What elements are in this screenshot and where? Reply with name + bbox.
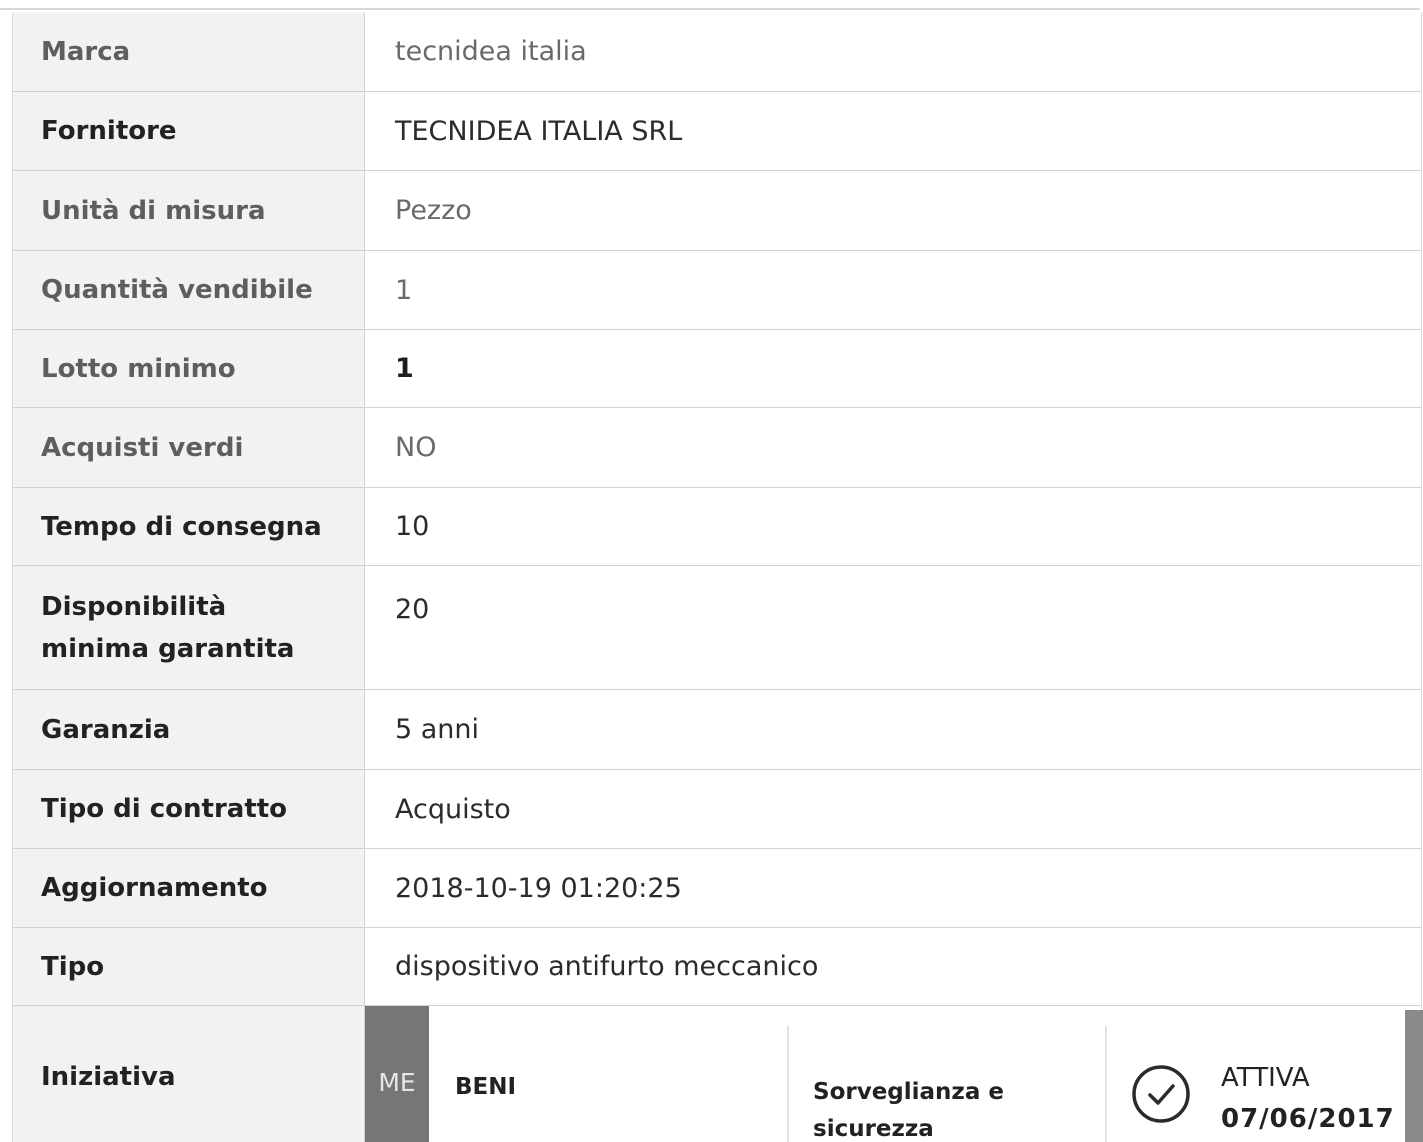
top-divider xyxy=(0,8,1420,10)
row-value-quantita-vendibile: 1 xyxy=(395,274,413,306)
iniziativa-categoria: Sorveglianza e sicurezza xyxy=(789,1026,1107,1142)
row-value-marca: tecnidea italia xyxy=(395,36,587,67)
row-label-disponibilita-minima: Disponibilità minima garantita xyxy=(13,566,365,689)
row-label-aggiornamento: Aggiornamento xyxy=(13,849,365,927)
row-label-tipo-contratto: Tipo di contratto xyxy=(13,770,365,848)
row-value-tipo-contratto: Acquisto xyxy=(395,793,511,825)
product-detail-page: Marca tecnidea italia Fornitore TECNIDEA… xyxy=(0,0,1423,1142)
table-row-iniziativa: Iniziativa ME BENI Sorveglianza e sicure… xyxy=(13,1006,1423,1142)
row-value-tipo: dispositivo antifurto meccanico xyxy=(395,951,819,982)
table-row: Unità di misura Pezzo xyxy=(13,171,1421,251)
iniziativa-stato-label: ATTIVA xyxy=(1221,1063,1310,1093)
iniziativa-categoria-line1: Sorveglianza e xyxy=(813,1079,1004,1105)
row-label-marca: Marca xyxy=(13,12,365,91)
iniziativa-stato-date: 07/06/2017 xyxy=(1221,1104,1395,1134)
iniziativa-badge: ME xyxy=(365,1006,429,1142)
iniziativa-tipo: BENI xyxy=(429,1026,789,1142)
row-label-fornitore: Fornitore xyxy=(13,92,365,170)
iniziativa-stato: ATTIVA 07/06/2017 xyxy=(1107,1006,1421,1142)
row-label-acquisti-verdi: Acquisti verdi xyxy=(13,408,365,487)
row-label-tempo-consegna: Tempo di consegna xyxy=(13,488,365,565)
iniziativa-card[interactable]: ME BENI Sorveglianza e sicurezza ATTIVA … xyxy=(365,1006,1423,1142)
iniziativa-edge-bar xyxy=(1405,1010,1423,1142)
row-label-lotto-minimo: Lotto minimo xyxy=(13,330,365,407)
row-value-lotto-minimo: 1 xyxy=(395,353,414,384)
table-row: Marca tecnidea italia xyxy=(13,12,1421,92)
row-value-disponibilita-minima: 20 xyxy=(395,594,430,625)
table-row: Acquisti verdi NO xyxy=(13,408,1421,488)
table-row: Quantità vendibile 1 xyxy=(13,251,1421,330)
row-value-aggiornamento: 2018-10-19 01:20:25 xyxy=(395,872,682,904)
row-label-tipo: Tipo xyxy=(13,928,365,1005)
iniziativa-stato-text: ATTIVA 07/06/2017 xyxy=(1221,1058,1395,1140)
table-row: Garanzia 5 anni xyxy=(13,690,1421,770)
table-row: Fornitore TECNIDEA ITALIA SRL xyxy=(13,92,1421,171)
table-row: Lotto minimo 1 xyxy=(13,330,1421,408)
table-row: Tempo di consegna 10 xyxy=(13,488,1421,566)
table-row: Tipo dispositivo antifurto meccanico xyxy=(13,928,1421,1006)
table-row: Disponibilità minima garantita 20 xyxy=(13,566,1421,690)
row-value-tempo-consegna: 10 xyxy=(395,511,430,542)
check-circle-icon xyxy=(1132,1065,1190,1123)
product-attributes-table: Marca tecnidea italia Fornitore TECNIDEA… xyxy=(12,12,1423,1142)
row-label-quantita-vendibile: Quantità vendibile xyxy=(13,251,365,329)
row-value-acquisti-verdi: NO xyxy=(395,432,437,463)
row-label-iniziativa: Iniziativa xyxy=(13,1006,365,1142)
iniziativa-categoria-line2: sicurezza xyxy=(813,1116,934,1142)
row-label-garanzia: Garanzia xyxy=(13,690,365,769)
row-value-fornitore: TECNIDEA ITALIA SRL xyxy=(395,115,683,147)
row-value-garanzia: 5 anni xyxy=(395,714,480,745)
row-label-unita-misura: Unità di misura xyxy=(13,171,365,250)
row-value-unita-misura: Pezzo xyxy=(395,195,472,226)
table-row: Aggiornamento 2018-10-19 01:20:25 xyxy=(13,849,1421,928)
table-row: Tipo di contratto Acquisto xyxy=(13,770,1421,849)
